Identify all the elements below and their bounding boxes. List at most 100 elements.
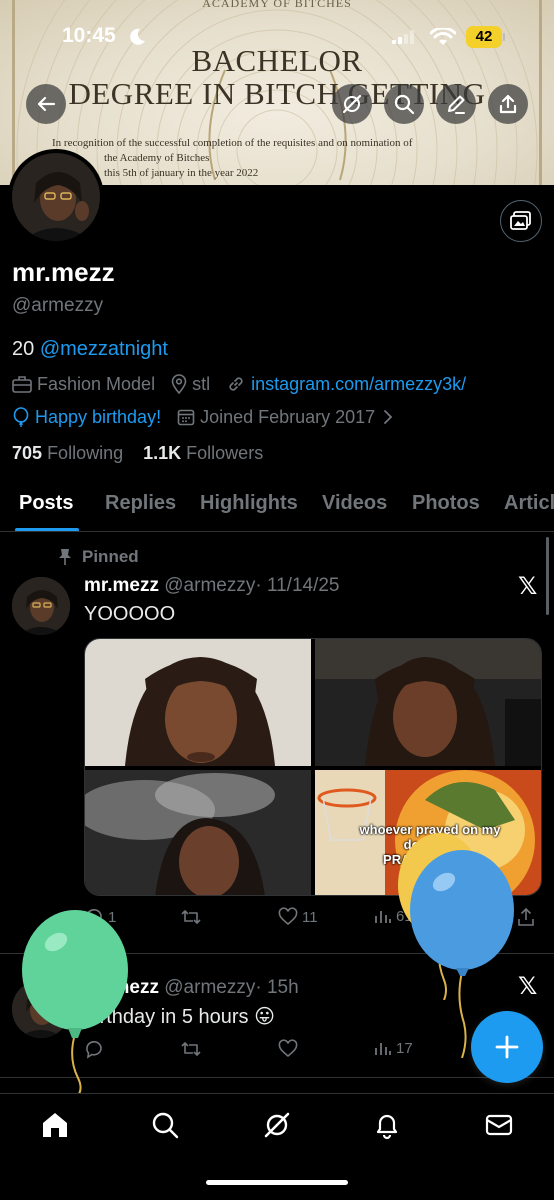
cellular-signal-icon (392, 30, 414, 44)
grok-icon (342, 94, 362, 114)
bell-icon (376, 1114, 398, 1140)
followers-link[interactable]: 1.1K Followers (143, 443, 263, 463)
grok-icon (264, 1112, 290, 1138)
search-icon (394, 94, 415, 115)
nav-grok[interactable] (262, 1110, 292, 1140)
bio-mention-link[interactable]: @mezzatnight (40, 338, 168, 360)
edit-button[interactable] (436, 84, 476, 124)
post-date[interactable]: · 11/14/25 (255, 575, 339, 596)
scrollbar[interactable] (546, 537, 549, 615)
avatar-photo (12, 153, 100, 241)
tab-photos[interactable]: Photos (412, 492, 480, 515)
calendar-icon (177, 409, 195, 426)
certificate-body-line1: In recognition of the successful complet… (52, 137, 413, 149)
battery-level: 42 (466, 26, 502, 48)
repost-icon (181, 1042, 201, 1056)
heart-icon (278, 907, 298, 926)
nav-notifications[interactable] (372, 1110, 402, 1140)
balloon-icon (13, 407, 29, 427)
media-photo-2[interactable] (315, 639, 541, 766)
birthday-item[interactable]: Happy birthday! (12, 407, 161, 428)
smoke-photo (85, 770, 311, 895)
car-selfie-photo (315, 639, 541, 766)
mail-icon (485, 1114, 513, 1136)
grok-button[interactable] (332, 84, 372, 124)
nav-home[interactable] (40, 1110, 70, 1140)
search-profile-button[interactable] (384, 84, 424, 124)
selfie-photo (85, 639, 311, 766)
post-handle[interactable]: @armezzy (164, 977, 255, 998)
website-item[interactable]: instagram.com/armezzy3k/ (226, 374, 466, 395)
tab-replies[interactable]: Replies (105, 492, 176, 515)
joined-label: Joined February 2017 (200, 406, 376, 427)
profile-handle: @armezzy (12, 295, 104, 316)
arrow-left-icon (37, 96, 56, 112)
repost-button[interactable] (180, 1039, 206, 1059)
location-item: stl (171, 374, 210, 395)
location-label: stl (192, 373, 211, 394)
profession-label: Fashion Model (37, 373, 156, 394)
profile-tabs: Posts Replies Highlights Videos Photos A… (0, 480, 554, 532)
briefcase-icon (12, 376, 32, 393)
pin-icon (59, 549, 71, 565)
profile-bio: 20 @mezzatnight (12, 338, 168, 361)
views-button[interactable]: 17 (374, 1039, 413, 1057)
back-button[interactable] (26, 84, 66, 124)
analytics-icon (375, 1043, 391, 1055)
heart-icon (278, 1039, 298, 1058)
like-button[interactable] (278, 1039, 302, 1059)
following-link[interactable]: 705 Following (12, 443, 123, 463)
post-date[interactable]: · 15h (255, 977, 298, 998)
follow-stats: 705 Following 1.1K Followers (12, 443, 263, 464)
profession-item: Fashion Model (12, 374, 155, 395)
share-button[interactable] (488, 84, 528, 124)
post-author[interactable]: mr.mezz (84, 575, 159, 596)
repost-button[interactable] (180, 907, 206, 927)
profile-meta-row-2: Happy birthday! Joined February 2017 (12, 405, 416, 429)
home-icon (43, 1113, 67, 1137)
tab-articles[interactable]: Articles (504, 492, 554, 515)
plus-icon (495, 1035, 519, 1059)
certificate-body-line3: this 5th of january in the year 2022 (104, 167, 259, 179)
tab-highlights[interactable]: Highlights (200, 492, 298, 515)
post-handle[interactable]: @armezzy (164, 575, 255, 596)
analytics-icon (375, 911, 391, 923)
nav-search[interactable] (150, 1110, 180, 1140)
media-photo-3[interactable] (85, 770, 311, 895)
certificate-academy: ACADEMY OF BITCHES (202, 0, 352, 10)
share-icon (499, 94, 517, 114)
green-balloon (22, 910, 128, 1098)
joined-item[interactable]: Joined February 2017 (177, 407, 400, 428)
tab-videos[interactable]: Videos (322, 492, 387, 515)
wifi-icon (430, 28, 456, 45)
avatar-image (12, 153, 100, 241)
tab-posts[interactable]: Posts (19, 492, 73, 515)
birthday-label[interactable]: Happy birthday! (35, 407, 161, 428)
nav-messages[interactable] (484, 1110, 514, 1140)
post-avatar[interactable] (12, 577, 70, 635)
certificate-body: In recognition of the successful complet… (52, 136, 492, 181)
profile-display-name: mr.mezz (12, 257, 115, 287)
profile-meta-row-1: Fashion Model stl instagram.com/armezzy3… (12, 372, 482, 396)
repost-icon (181, 910, 201, 924)
status-bar: 10:45 42 (0, 22, 554, 54)
post-share-button[interactable] (516, 907, 540, 927)
home-indicator[interactable] (206, 1180, 348, 1185)
post-avatar-image (12, 577, 70, 635)
website-link[interactable]: instagram.com/armezzy3k/ (251, 374, 466, 395)
active-tab-indicator (15, 528, 79, 531)
image-gallery-icon (510, 211, 531, 230)
search-icon (152, 1112, 179, 1139)
bio-text: 20 (12, 338, 35, 360)
profile-avatar[interactable] (8, 149, 104, 245)
post-text: YOOOOO (84, 603, 176, 625)
pencil-icon (448, 95, 465, 114)
focus-moon-icon (130, 28, 145, 45)
like-button[interactable]: 11 (278, 907, 318, 927)
media-photo-1[interactable] (85, 639, 311, 766)
media-button[interactable] (500, 200, 542, 242)
certificate-body-line2: the Academy of Bitches (104, 152, 210, 164)
share-icon (518, 907, 534, 926)
following-label: Following (47, 443, 124, 463)
compose-button[interactable] (471, 1011, 543, 1083)
